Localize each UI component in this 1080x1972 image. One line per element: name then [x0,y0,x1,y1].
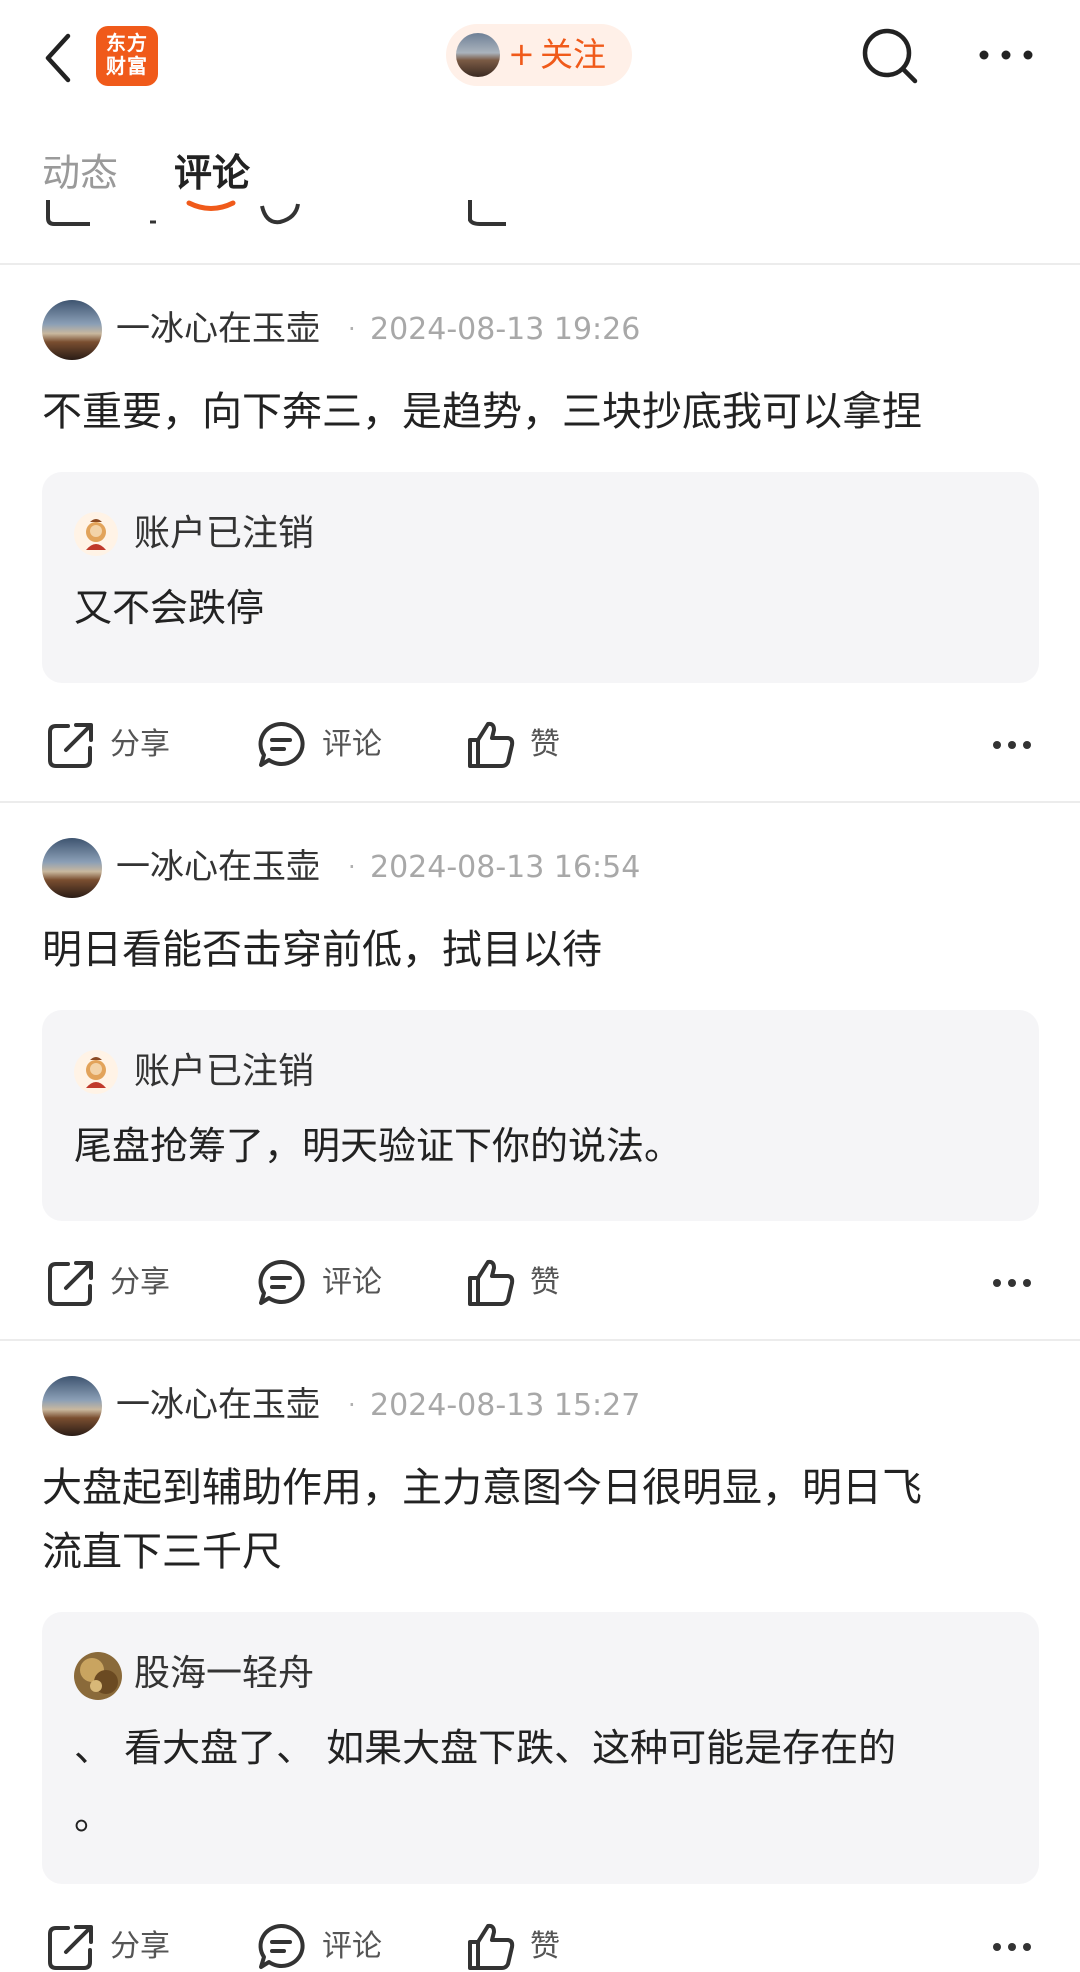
reply-box[interactable]: 账户已注销 又不会跌停 [42,472,1039,683]
comment-text[interactable]: 明日看能否击穿前低，拭目以待 [42,918,1042,982]
scrolled-actions-partial [46,200,506,226]
separator-dot: · [348,315,356,343]
comment-icon[interactable] [256,1258,306,1308]
reply-text: 尾盘抢筹了，明天验证下你的说法。 [74,1124,683,1168]
user-avatar [456,33,500,77]
comment-label[interactable]: 评论 [322,1927,382,1967]
reply-text: 又不会跌停 [74,586,265,630]
divider [0,1339,1080,1341]
reply-author[interactable]: 股海一轻舟 [134,1652,314,1696]
like-label[interactable]: 赞 [530,1263,560,1303]
comment-text[interactable]: 不重要，向下奔三，是趋势，三块抄底我可以拿捏 [42,380,1042,444]
like-icon[interactable] [466,720,516,770]
reply-avatar [74,1050,118,1094]
reply-avatar [74,1652,122,1700]
share-icon[interactable] [46,1258,96,1308]
reply-author[interactable]: 账户已注销 [134,512,314,556]
avatar[interactable] [42,838,102,898]
more-icon[interactable] [978,40,1034,70]
comment-author[interactable]: 一冰心在玉壶 [116,309,320,349]
comment-time: 2024-08-13 19:26 [370,312,641,347]
like-label[interactable]: 赞 [530,1927,560,1967]
back-icon[interactable] [38,28,78,88]
share-icon[interactable] [46,1922,96,1972]
avatar[interactable] [42,300,102,360]
app-logo: 东方 财富 [96,26,158,86]
comment-text-line-2[interactable]: 流直下三千尺 [42,1520,1042,1584]
tab-dynamics[interactable]: 动态 [42,142,118,197]
follow-button[interactable]: + 关注 [446,24,632,86]
comment-time: 2024-08-13 15:27 [370,1388,641,1423]
share-label[interactable]: 分享 [110,1263,170,1303]
share-icon[interactable] [46,720,96,770]
divider [0,263,1080,265]
avatar[interactable] [42,1376,102,1436]
share-label[interactable]: 分享 [110,1927,170,1967]
comment-label[interactable]: 评论 [322,1263,382,1303]
comment-icon[interactable] [256,1922,306,1972]
logo-line-2: 财富 [106,54,148,78]
comment-text-line-1[interactable]: 大盘起到辅助作用，主力意图今日很明显，明日飞 [42,1456,1042,1520]
comment-author[interactable]: 一冰心在玉壶 [116,847,320,887]
reply-text-line-2: 。 [74,1794,113,1838]
comment-author[interactable]: 一冰心在玉壶 [116,1385,320,1425]
separator-dot: · [348,853,356,881]
follow-label: 关注 [540,35,606,74]
separator-dot: · [348,1391,356,1419]
more-options-icon[interactable] [992,733,1032,757]
plus-icon: + [508,35,535,73]
more-options-icon[interactable] [992,1935,1032,1959]
comment-label[interactable]: 评论 [322,725,382,765]
comment-icon[interactable] [256,720,306,770]
share-label[interactable]: 分享 [110,725,170,765]
reply-box[interactable]: 账户已注销 尾盘抢筹了，明天验证下你的说法。 [42,1010,1039,1221]
logo-line-1: 东方 [106,31,148,55]
reply-avatar [74,512,118,556]
more-options-icon[interactable] [992,1271,1032,1295]
tab-comments[interactable]: 评论 [174,142,250,197]
like-icon[interactable] [466,1922,516,1972]
reply-text-line-1: 、 看大盘了、 如果大盘下跌、这种可能是存在的 [74,1726,897,1770]
reply-author[interactable]: 账户已注销 [134,1050,314,1094]
comment-time: 2024-08-13 16:54 [370,850,641,885]
divider [0,801,1080,803]
like-label[interactable]: 赞 [530,725,560,765]
search-icon[interactable] [860,26,920,86]
like-icon[interactable] [466,1258,516,1308]
reply-box[interactable]: 股海一轻舟 、 看大盘了、 如果大盘下跌、这种可能是存在的 。 [42,1612,1039,1884]
